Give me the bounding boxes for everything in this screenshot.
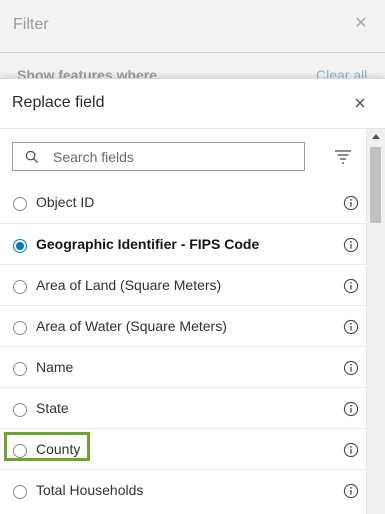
info-icon[interactable] [343, 442, 359, 458]
field-label: Area of Water (Square Meters) [36, 318, 227, 334]
sort-icon[interactable] [332, 148, 354, 166]
radio-button[interactable] [13, 280, 27, 294]
close-icon[interactable] [352, 95, 368, 111]
field-row-area-of-land[interactable]: Area of Land (Square Meters) [0, 264, 366, 305]
info-icon[interactable] [343, 401, 359, 417]
info-icon[interactable] [343, 195, 359, 211]
scrollbar[interactable] [366, 129, 385, 514]
field-label: Area of Land (Square Meters) [36, 277, 222, 293]
field-list: Object ID Geographic Identifier - FIPS C… [0, 182, 366, 510]
replace-field-popover: Replace field Search fields Object ID Ge… [0, 78, 385, 514]
info-icon[interactable] [343, 483, 359, 499]
filter-title: Filter [13, 16, 49, 33]
field-row-total-households[interactable]: Total Households [0, 469, 366, 510]
filter-header: Filter ✕ [0, 0, 385, 53]
radio-button[interactable] [13, 444, 27, 458]
field-label: County [36, 441, 81, 457]
field-row-object-id[interactable]: Object ID [0, 182, 366, 223]
scroll-up-arrow-icon[interactable] [372, 134, 380, 139]
field-label: Name [36, 359, 74, 375]
field-row-county[interactable]: County [0, 428, 366, 469]
filter-close-icon[interactable]: ✕ [353, 16, 369, 32]
scroll-thumb[interactable] [370, 147, 381, 223]
info-icon[interactable] [343, 237, 359, 253]
search-icon [25, 150, 39, 164]
info-icon[interactable] [343, 360, 359, 376]
field-row-area-of-water[interactable]: Area of Water (Square Meters) [0, 305, 366, 346]
search-box[interactable] [12, 142, 305, 171]
popover-title: Replace field [12, 94, 105, 111]
radio-button[interactable] [13, 362, 27, 376]
app-frame: Filter ✕ Show features where Clear all R… [0, 0, 385, 514]
field-label: Total Households [36, 482, 144, 498]
popover-header: Replace field [0, 79, 385, 129]
popover-body: Object ID Geographic Identifier - FIPS C… [0, 129, 385, 514]
info-icon[interactable] [343, 278, 359, 294]
field-label: State [36, 400, 69, 416]
radio-button[interactable] [13, 485, 27, 499]
search-input[interactable] [53, 145, 298, 168]
field-label: Object ID [36, 194, 95, 210]
radio-button-selected[interactable] [13, 239, 27, 253]
radio-button[interactable] [13, 403, 27, 417]
radio-button[interactable] [13, 197, 27, 211]
field-label: Geographic Identifier - FIPS Code [36, 236, 260, 252]
field-row-state[interactable]: State [0, 387, 366, 428]
field-row-fips-code[interactable]: Geographic Identifier - FIPS Code [0, 223, 366, 264]
info-icon[interactable] [343, 319, 359, 335]
radio-button[interactable] [13, 321, 27, 335]
field-row-name[interactable]: Name [0, 346, 366, 387]
